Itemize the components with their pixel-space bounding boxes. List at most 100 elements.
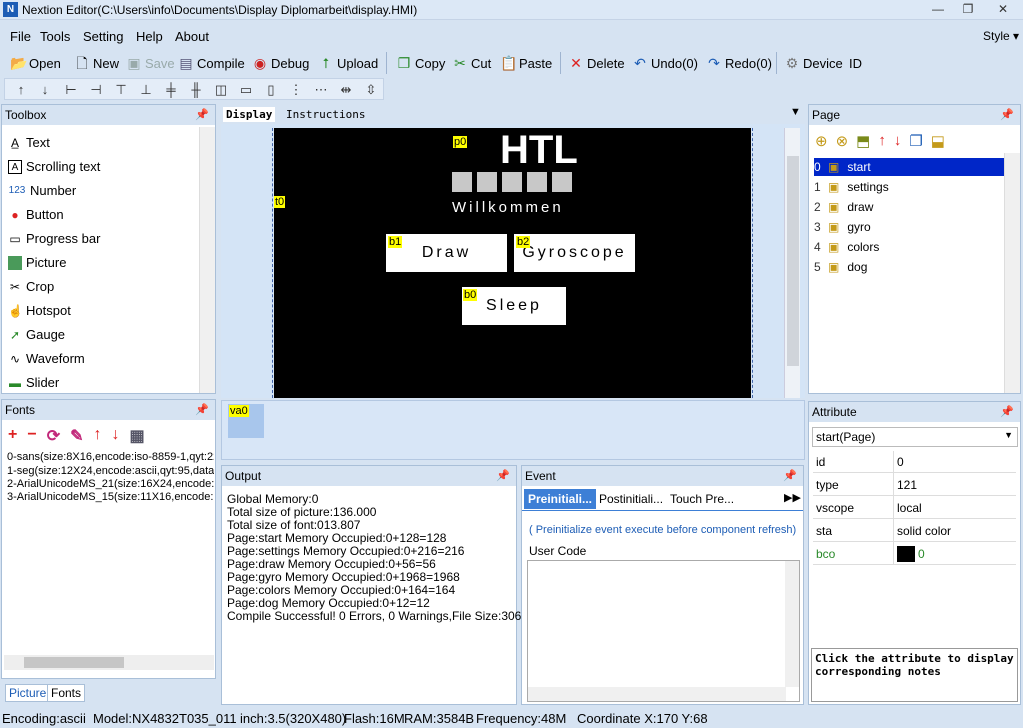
style-menu[interactable]: Style ▾ (983, 29, 1019, 43)
code-hscrollbar[interactable] (528, 687, 786, 701)
import-page-icon[interactable]: ⬒ (856, 132, 870, 150)
align-right-icon[interactable]: ⊣ (88, 82, 104, 98)
attribute-row[interactable]: type 121 (813, 474, 1016, 496)
display-vscrollbar[interactable] (784, 128, 800, 398)
move-up-icon[interactable]: ↑ (94, 426, 102, 446)
align-center-h-icon[interactable]: ╪ (163, 82, 179, 98)
page-item-start[interactable]: 0 ▣ start (814, 158, 1019, 176)
move-down-icon[interactable]: ↓ (112, 426, 120, 446)
chevron-down-icon[interactable]: ▼ (790, 106, 801, 118)
open-button[interactable]: 📂 Open (10, 52, 61, 74)
align-center-v-icon[interactable]: ╫ (188, 82, 204, 98)
move-down-icon[interactable]: ↓ (37, 82, 53, 98)
font-item[interactable]: 3-ArialUnicodeMS_15(size:11X16,encode:as (7, 491, 214, 503)
font-item[interactable]: 1-seg(size:12X24,encode:ascii,qyt:95,dat… (7, 465, 214, 477)
tag-b1[interactable]: b1 (388, 236, 403, 248)
align-left-icon[interactable]: ⊢ (63, 82, 79, 98)
toolbox-item-slider[interactable]: ▬ Slider (8, 375, 59, 390)
export-page-icon[interactable]: ⬓ (931, 132, 945, 150)
minimize-button[interactable]: — (923, 0, 953, 18)
same-size-icon[interactable]: ◫ (213, 82, 229, 98)
tab-touch-press[interactable]: Touch Pre... (670, 492, 734, 506)
menu-file[interactable]: File (10, 29, 31, 44)
upload-button[interactable]: ⭡ Upload (318, 52, 379, 74)
distribute-h-icon[interactable]: ⋮ (288, 82, 304, 98)
align-bottom-icon[interactable]: ⊥ (138, 82, 154, 98)
pin-icon[interactable]: 📌 (1000, 405, 1014, 418)
tag-t0[interactable]: t0 (274, 196, 286, 208)
toolbox-item-number[interactable]: 123 Number (8, 183, 77, 198)
pin-icon[interactable]: 📌 (1000, 108, 1014, 121)
compile-button[interactable]: ▤ Compile (178, 52, 244, 74)
debug-button[interactable]: ◉ Debug (252, 52, 309, 74)
delete-button[interactable]: ✕ Delete (568, 52, 624, 74)
toolbox-item-button[interactable]: ● Button (8, 207, 63, 222)
maximize-button[interactable]: ❐ (953, 0, 983, 18)
menu-setting[interactable]: Setting (83, 29, 123, 44)
pin-icon[interactable]: 📌 (195, 403, 209, 416)
tab-fonts[interactable]: Fonts (47, 684, 86, 702)
toolbox-item-scrolling-text[interactable]: A Scrolling text (8, 159, 100, 174)
add-page-icon[interactable]: ⊕ (815, 132, 828, 150)
paste-button[interactable]: 📋 Paste (500, 52, 552, 74)
fonts-hscrollbar[interactable] (4, 655, 214, 670)
tab-instructions[interactable]: Instructions (286, 108, 365, 121)
toolbox-item-progress-bar[interactable]: ▭ Progress bar (8, 231, 100, 246)
id-button[interactable]: ID (849, 52, 862, 74)
user-code-editor[interactable] (527, 560, 800, 702)
page-item-dog[interactable]: 5 ▣ dog (814, 258, 867, 276)
tab-scroll-icon[interactable]: ▶▶ (784, 491, 801, 504)
delete-page-icon[interactable]: ⊗ (836, 132, 849, 150)
attribute-row[interactable]: id 0 (813, 451, 1016, 473)
tab-picture[interactable]: Picture (5, 684, 51, 702)
align-top-icon[interactable]: ⊤ (113, 82, 129, 98)
same-width-icon[interactable]: ▭ (238, 82, 254, 98)
toolbox-item-hotspot[interactable]: ☝ Hotspot (8, 303, 71, 318)
add-icon[interactable]: + (8, 426, 17, 446)
tag-p0[interactable]: p0 (453, 136, 468, 148)
refresh-icon[interactable]: ⟳ (47, 426, 60, 446)
page-item-colors[interactable]: 4 ▣ colors (814, 238, 879, 256)
font-item[interactable]: 0-sans(size:8X16,encode:iso-8859-1,qyt:2… (7, 451, 214, 463)
tag-va0[interactable]: va0 (229, 405, 249, 417)
font-generator-icon[interactable]: ▦ (130, 426, 145, 446)
page-item-gyro[interactable]: 3 ▣ gyro (814, 218, 871, 236)
move-up-icon[interactable]: ↑ (878, 132, 886, 150)
new-button[interactable]: 🗋 New (74, 52, 119, 74)
close-button[interactable]: ✕ (988, 0, 1018, 18)
move-down-icon[interactable]: ↓ (894, 132, 902, 150)
attribute-row[interactable]: sta solid color (813, 520, 1016, 542)
same-height-icon[interactable]: ▯ (263, 82, 279, 98)
tab-preinitialize[interactable]: Preinitiali... (524, 489, 596, 509)
page-item-draw[interactable]: 2 ▣ draw (814, 198, 873, 216)
undo-button[interactable]: ↶ Undo(0) (632, 52, 698, 74)
tab-postinitialize[interactable]: Postinitiali... (599, 492, 663, 506)
menu-help[interactable]: Help (136, 29, 163, 44)
move-up-icon[interactable]: ↑ (13, 82, 29, 98)
device-button[interactable]: ⚙ Device (784, 52, 843, 74)
toolbox-item-text[interactable]: A̲ Text (8, 135, 50, 150)
pin-icon[interactable]: 📌 (195, 108, 209, 121)
spacing-h-icon[interactable]: ⇹ (338, 82, 354, 98)
tag-b2[interactable]: b2 (516, 236, 531, 248)
copy-button[interactable]: ❐ Copy (396, 52, 446, 74)
save-button[interactable]: ▣ Save (126, 52, 174, 74)
scroll-thumb[interactable] (787, 156, 799, 366)
toolbox-scrollbar[interactable] (199, 127, 215, 393)
toolbox-item-picture[interactable]: Picture (8, 255, 66, 270)
tab-display[interactable]: Display (223, 107, 276, 122)
pin-icon[interactable]: 📌 (496, 469, 510, 482)
toolbox-item-gauge[interactable]: ➚ Gauge (8, 327, 65, 342)
font-item[interactable]: 2-ArialUnicodeMS_21(size:16X24,encode:as (7, 478, 214, 490)
sleep-button[interactable]: Sleep (462, 287, 566, 325)
htl-logo[interactable]: HTL (500, 128, 578, 172)
attribute-row[interactable]: bco 0 (813, 543, 1016, 565)
welcome-text[interactable]: Willkommen (452, 199, 564, 216)
copy-page-icon[interactable]: ❐ (909, 132, 922, 150)
color-swatch[interactable] (897, 546, 915, 562)
redo-button[interactable]: ↷ Redo(0) (706, 52, 772, 74)
spacing-v-icon[interactable]: ⇳ (363, 82, 379, 98)
scroll-thumb[interactable] (24, 657, 124, 668)
menu-about[interactable]: About (175, 29, 209, 44)
page-scrollbar[interactable] (1004, 153, 1020, 393)
